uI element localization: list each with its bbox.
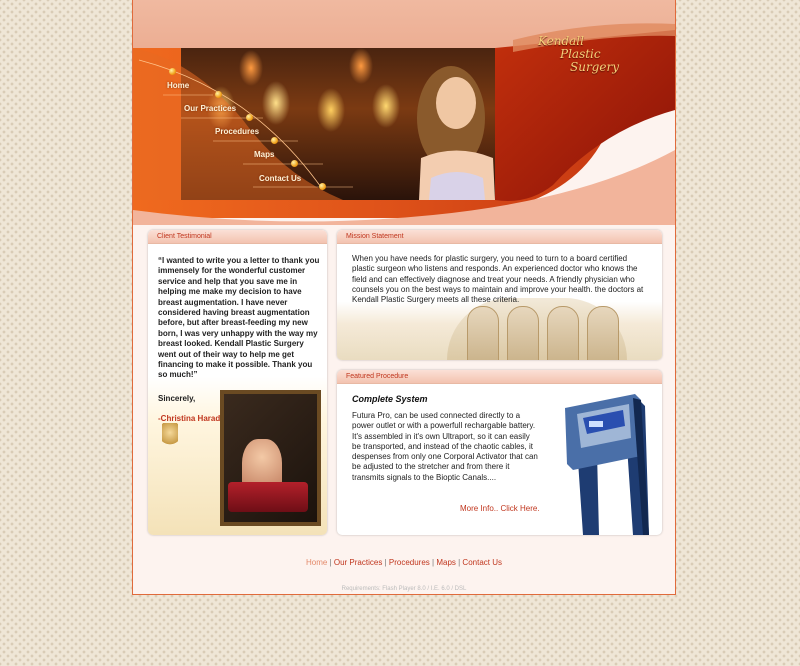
testimonial-panel: Client Testimonial “I wanted to write yo… bbox=[148, 230, 327, 535]
footer-link-our-practices[interactable]: Our Practices bbox=[334, 558, 382, 567]
nav-bullet-icon bbox=[271, 137, 278, 144]
page-frame: Home Our Practices Procedures Maps Conta… bbox=[132, 0, 676, 595]
featured-title: Complete System bbox=[352, 394, 428, 404]
wall-sconce-image bbox=[162, 423, 178, 447]
nav-our-practices[interactable]: Our Practices bbox=[184, 104, 236, 113]
mission-panel: Mission Statement When you have needs fo… bbox=[337, 230, 662, 360]
nav-maps[interactable]: Maps bbox=[254, 150, 274, 159]
testimonial-signoff: Sincerely, bbox=[158, 394, 196, 403]
door-panel-image bbox=[547, 306, 579, 360]
door-panel-image bbox=[467, 306, 499, 360]
testimonial-heading: Client Testimonial bbox=[148, 230, 327, 244]
nav-bullet-icon bbox=[291, 160, 298, 167]
painting-cloth bbox=[228, 482, 308, 512]
device-image bbox=[565, 394, 649, 535]
featured-panel: Featured Procedure Complete System Futur… bbox=[337, 370, 662, 535]
requirements-text: Requirements: Flash Player 8.0 / I.E. 6.… bbox=[341, 586, 467, 592]
site-logo[interactable]: Kendall Plastic Surgery bbox=[538, 35, 638, 74]
nav-contact-us[interactable]: Contact Us bbox=[259, 174, 301, 183]
featured-heading: Featured Procedure bbox=[337, 370, 662, 384]
more-info-link[interactable]: More Info.. Click Here. bbox=[460, 504, 540, 513]
featured-text: Futura Pro, can be used connected direct… bbox=[352, 411, 538, 482]
nav-home[interactable]: Home bbox=[167, 81, 189, 90]
logo-line-3: Surgery bbox=[570, 60, 619, 74]
mission-text: When you have needs for plastic surgery,… bbox=[352, 254, 644, 305]
nav-procedures[interactable]: Procedures bbox=[215, 127, 259, 136]
header-banner: Home Our Practices Procedures Maps Conta… bbox=[133, 0, 675, 225]
testimonial-quote: “I wanted to write you a letter to thank… bbox=[158, 256, 320, 380]
nav-bullet-icon bbox=[169, 68, 176, 75]
door-panel-image bbox=[587, 306, 619, 360]
painting-image bbox=[220, 390, 321, 526]
nav-bullet-icon bbox=[246, 114, 253, 121]
footer-link-maps[interactable]: Maps bbox=[436, 558, 456, 567]
nav-bullet-icon bbox=[319, 183, 326, 190]
footer-link-contact-us[interactable]: Contact Us bbox=[462, 558, 502, 567]
nav-bullet-icon bbox=[215, 91, 222, 98]
footer-link-procedures[interactable]: Procedures bbox=[389, 558, 430, 567]
testimonial-author: -Christina Harada bbox=[158, 414, 225, 423]
footer-link-home[interactable]: Home bbox=[306, 558, 327, 567]
door-panel-image bbox=[507, 306, 539, 360]
mission-heading: Mission Statement bbox=[337, 230, 662, 244]
footer-nav: Home | Our Practices | Procedures | Maps… bbox=[133, 558, 675, 567]
